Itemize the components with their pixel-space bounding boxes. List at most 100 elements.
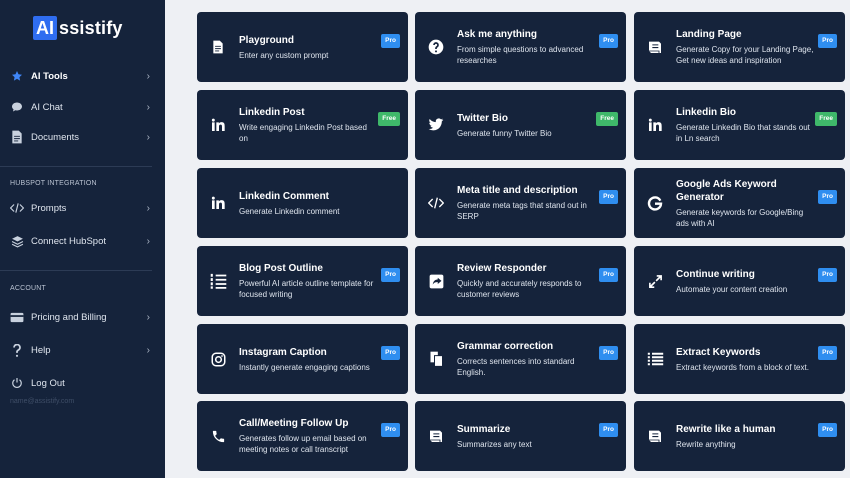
tool-description: Generate meta tags that stand out in SER… [457,201,587,221]
sidebar-item-prompts[interactable]: Prompts › [0,195,165,221]
layers-icon [10,234,24,248]
tool-card-text: Continue writing Automate your content cr… [676,246,815,316]
tool-card-text: Playground Enter any custom prompt [239,12,378,82]
sidebar-item-log-out[interactable]: Log Out [0,370,165,396]
tool-card-text: Extract Keywords Extract keywords from a … [676,324,815,394]
pro-badge: Pro [381,423,400,437]
tool-title: Continue writing [676,268,755,280]
tool-card-landing-page[interactable]: Landing Page Generate Copy for your Landi… [634,12,845,82]
tool-description: Summarizes any text [457,439,532,449]
tool-card-grammar-correction[interactable]: Grammar correction Corrects sentences int… [415,324,626,394]
tool-card-meta-title-and-description[interactable]: Meta title and description Generate meta … [415,168,626,238]
tool-title: Summarize [457,423,511,435]
pro-badge: Pro [599,268,618,282]
share-icon [427,246,445,316]
tool-title: Grammar correction [457,341,554,352]
linkedin-icon [646,90,664,160]
account-section-title: ACCOUNT [10,285,47,292]
pro-badge: Pro [818,346,837,360]
tool-title: Blog Post Outline [239,263,323,274]
tool-title: Google Ads Keyword Generator [676,178,777,203]
sidebar-item-label: Prompts [31,202,67,214]
tool-description: Powerful AI article outline template for… [239,279,374,299]
tool-card-text: Rewrite like a human Rewrite anything [676,401,815,471]
tool-title: Linkedin Bio [676,107,736,118]
tool-card-continue-writing[interactable]: Continue writing Automate your content cr… [634,246,845,316]
tool-description: Generate keywords for Google/Bing ads wi… [676,207,804,228]
sidebar-item-ai-tools[interactable]: AI Tools › [0,63,165,89]
document-icon [10,130,24,144]
chevron-right-icon: › [146,235,150,247]
question-circle-icon [427,12,445,82]
sidebar-item-documents[interactable]: Documents › [0,124,165,150]
tool-card-text: Landing Page Generate Copy for your Landi… [676,12,815,82]
tool-card-extract-keywords[interactable]: Extract Keywords Extract keywords from a … [634,324,845,394]
pro-badge: Pro [381,346,400,360]
user-email: name@assistify.com [10,398,75,405]
tool-title: Landing Page [676,29,742,40]
sidebar-item-help[interactable]: Help › [0,337,165,363]
tool-title: Linkedin Post [239,107,305,118]
chat-bubble-icon [10,100,24,114]
tool-card-twitter-bio[interactable]: Twitter Bio Generate funny Twitter Bio Fre… [415,90,626,160]
tool-card-summarize[interactable]: Summarize Summarizes any text Pro [415,401,626,471]
power-icon [10,376,24,390]
free-badge: Free [815,112,837,126]
tool-description: Corrects sentences into standard English… [457,357,575,377]
tool-card-instagram-caption[interactable]: Instagram Caption Instantly generate enga… [197,324,408,394]
tool-description: Enter any custom prompt [239,50,329,60]
tool-card-linkedin-post[interactable]: Linkedin Post Write engaging Linkedin Pos… [197,90,408,160]
pro-badge: Pro [818,190,837,204]
sidebar-item-pricing-and-billing[interactable]: Pricing and Billing › [0,304,165,330]
sidebar-item-ai-chat[interactable]: AI Chat › [0,94,165,120]
star-icon [10,69,24,83]
pro-badge: Pro [599,423,618,437]
tool-title: Extract Keywords [676,346,761,358]
tools-grid: Playground Enter any custom prompt Pro Ask … [165,0,850,478]
tool-card-linkedin-comment[interactable]: Linkedin Comment Generate Linkedin commen… [197,168,408,238]
credit-card-icon [10,310,24,324]
tool-card-rewrite-like-a-human[interactable]: Rewrite like a human Rewrite anything Pro [634,401,845,471]
tool-card-ask-me-anything[interactable]: Ask me anything From simple questions to … [415,12,626,82]
tool-description: Generate Copy for your Landing Page, Get… [676,45,814,65]
tool-card-text: Summarize Summarizes any text [457,401,596,471]
sidebar-item-label: Pricing and Billing [31,311,107,323]
tool-card-text: Call/Meeting Follow Up Generates follow u… [239,401,378,471]
sidebar-item-connect-hubspot[interactable]: Connect HubSpot › [0,228,165,254]
brand-logo[interactable]: AI ssistify [33,16,123,40]
tool-card-review-responder[interactable]: Review Responder Quickly and accurately r… [415,246,626,316]
free-badge: Free [596,112,618,126]
tool-description: Generates follow up email based on meeti… [239,434,367,454]
tool-card-playground[interactable]: Playground Enter any custom prompt Pro [197,12,408,82]
tool-description: Instantly generate engaging captions [239,362,370,372]
tool-description: Write engaging Linkedin Post based on [239,123,367,143]
instagram-icon [209,324,227,394]
tool-card-google-ads-keyword-generator[interactable]: Google Ads Keyword Generator Generate key… [634,168,845,238]
logo-mark: AI [33,16,57,40]
code-icon [427,168,445,238]
sidebar-item-label: AI Chat [31,101,63,113]
list-icon [646,324,664,394]
sidebar-item-label: Connect HubSpot [31,235,106,247]
pro-badge: Pro [599,346,618,360]
tool-card-call-meeting-follow-up[interactable]: Call/Meeting Follow Up Generates follow u… [197,401,408,471]
tool-description: Generate funny Twitter Bio [457,128,552,138]
tool-title: Twitter Bio [457,112,508,124]
tool-card-text: Twitter Bio Generate funny Twitter Bio [457,90,596,160]
book-icon [646,12,664,82]
tool-card-text: Linkedin Bio Generate Linkedin Bio that s… [676,90,815,160]
tool-card-text: Linkedin Post Write engaging Linkedin Pos… [239,90,378,160]
book-icon [646,401,664,471]
tool-card-blog-post-outline[interactable]: Blog Post Outline Powerful AI article out… [197,246,408,316]
chevron-right-icon: › [146,101,150,113]
pro-badge: Pro [381,34,400,48]
sidebar-item-label: Help [31,344,51,356]
tool-title: Rewrite like a human [676,423,776,435]
tool-card-text: Blog Post Outline Powerful AI article out… [239,246,378,316]
tool-card-linkedin-bio[interactable]: Linkedin Bio Generate Linkedin Bio that s… [634,90,845,160]
tool-description: From simple questions to advanced resear… [457,45,584,65]
google-icon [646,168,664,238]
pro-badge: Pro [381,268,400,282]
pro-badge: Pro [818,423,837,437]
sidebar-divider [0,270,152,271]
